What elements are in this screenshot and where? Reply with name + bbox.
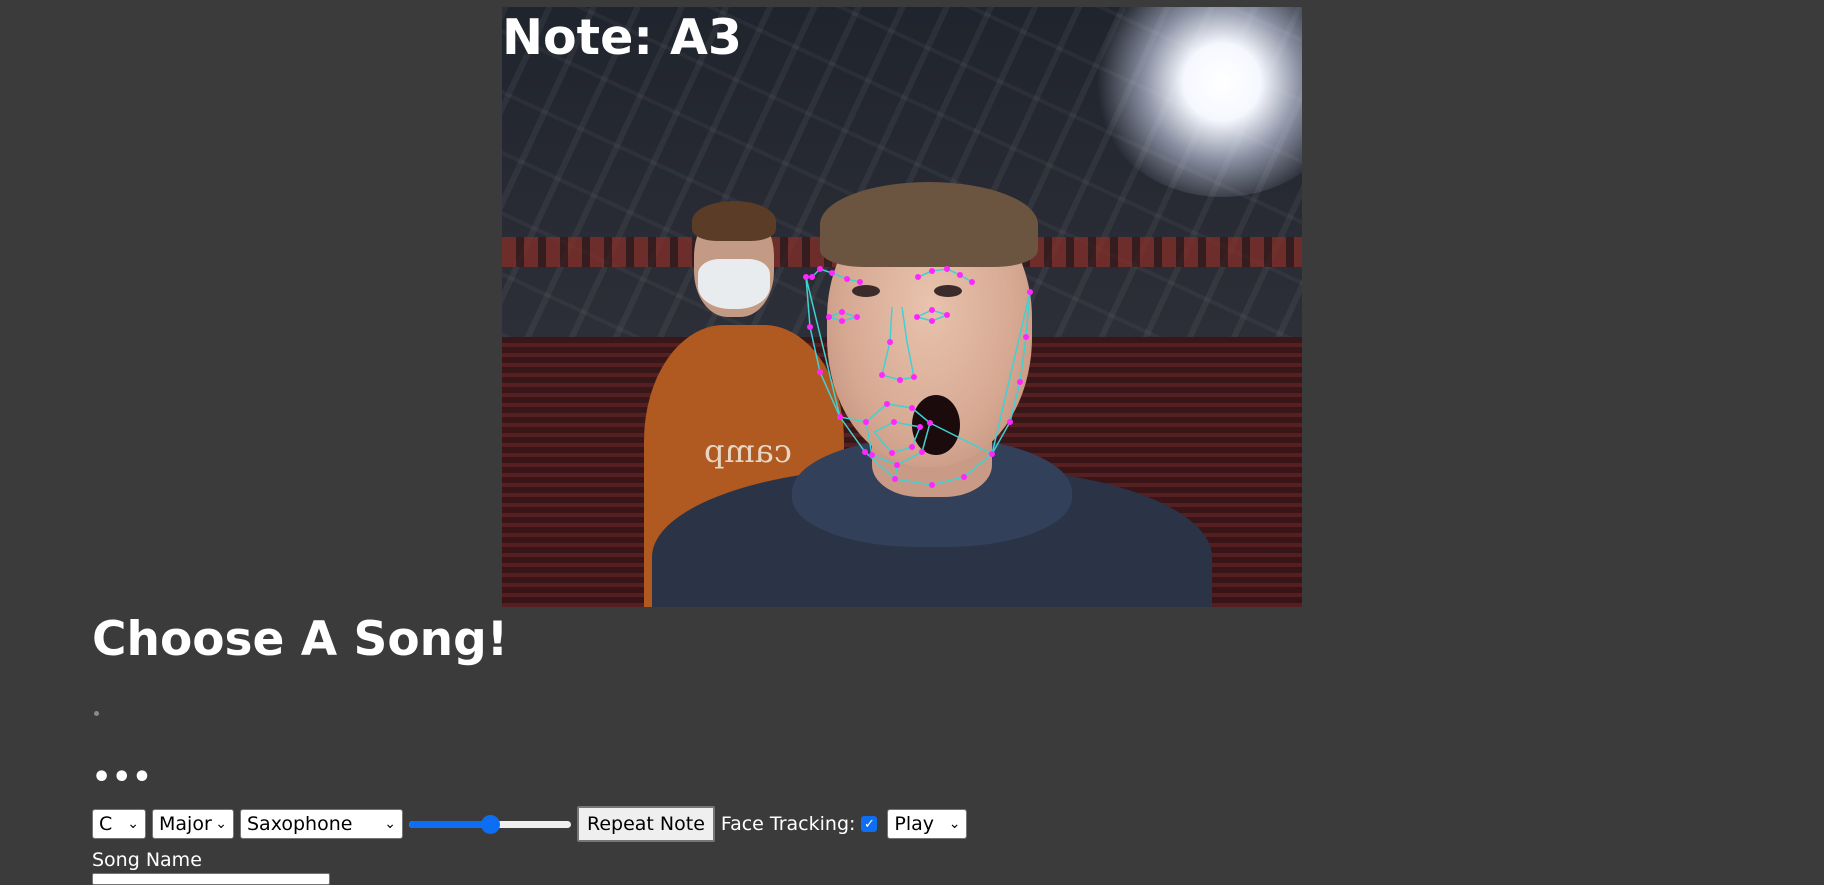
volume-slider-fill [409,821,490,828]
scale-select-value: Major [159,813,212,835]
loading-dots: ••• [92,760,153,795]
chevron-down-icon: ⌄ [384,816,396,832]
volume-slider[interactable] [409,809,571,839]
scale-select[interactable]: Major ⌄ [152,809,234,839]
controls-bar: C ⌄ Major ⌄ Saxophone ⌄ Repeat Note Face… [92,806,973,842]
repeat-note-button[interactable]: Repeat Note [577,806,715,842]
face-tracking-label: Face Tracking: [720,813,856,835]
mode-select[interactable]: Play ⌄ [887,809,968,839]
face-tracking-checkbox[interactable]: ✓ [861,816,878,832]
chevron-down-icon: ⌄ [127,816,139,832]
instrument-select[interactable]: Saxophone ⌄ [240,809,403,839]
key-select-value: C [99,813,113,835]
key-select[interactable]: C ⌄ [92,809,146,839]
song-name-input[interactable] [92,873,330,885]
mode-select-value: Play [894,813,935,835]
note-label: Note: A3 [502,9,742,66]
song-list-bullet [94,711,99,716]
chevron-down-icon: ⌄ [215,816,227,832]
instrument-select-value: Saxophone [247,813,353,835]
face-landmark-mesh [803,266,1033,488]
volume-slider-thumb[interactable] [480,815,500,834]
chevron-down-icon: ⌄ [948,816,961,832]
webcam-feed: camp [502,7,1302,607]
song-name-label: Song Name [92,849,202,871]
page-title: Choose A Song! [92,612,509,667]
